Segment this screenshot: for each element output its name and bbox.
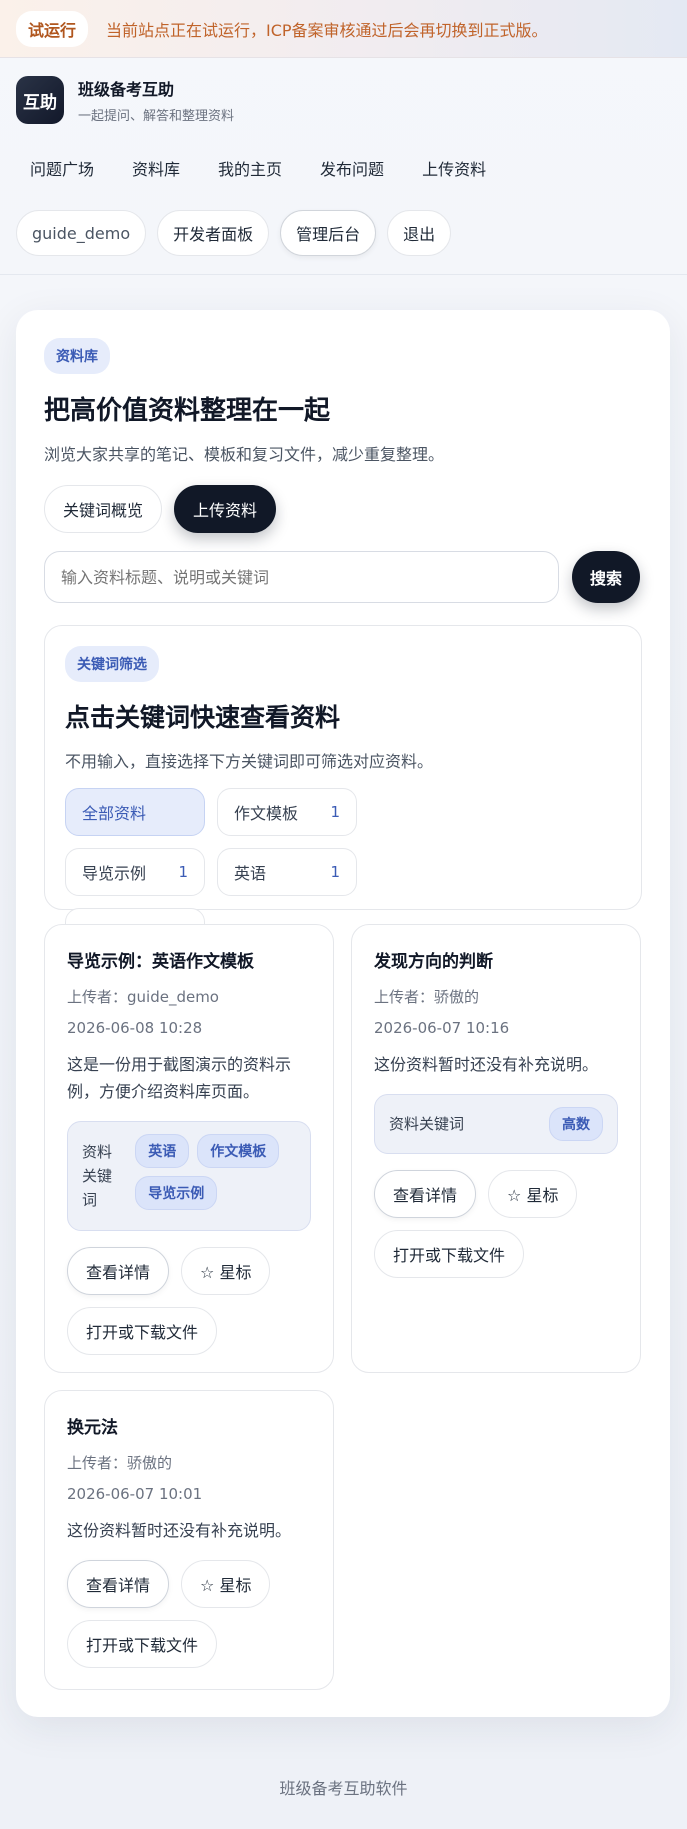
resource-card: 换元法 上传者：骄傲的 2026-06-07 10:01 这份资料暂时还没有补充…	[44, 1390, 334, 1690]
keyword-overview-button[interactable]: 关键词概览	[44, 485, 163, 533]
page-title: 把高价值资料整理在一起	[44, 396, 331, 426]
logo: 互助	[16, 76, 64, 124]
username-pill[interactable]: guide_demo	[16, 210, 147, 256]
chip-label: 英语	[234, 864, 267, 883]
library-card: 资料库 把高价值资料整理在一起 浏览大家共享的笔记、模板和复习文件，减少重复整理…	[16, 310, 670, 1717]
open-file-button[interactable]: 打开或下载文件	[67, 1307, 218, 1355]
site-footer: 班级备考互助软件	[279, 1779, 408, 1798]
page-description: 浏览大家共享的笔记、模板和复习文件，减少重复整理。	[44, 445, 445, 464]
main-nav: 问题广场 资料库 我的主页 发布问题 上传资料	[16, 146, 671, 190]
view-details-button[interactable]: 查看详情	[67, 1247, 170, 1295]
keyword-tag[interactable]: 英语	[135, 1134, 190, 1168]
library-tag: 资料库	[44, 338, 110, 374]
chip-guide-example[interactable]: 导览示例 1	[65, 848, 205, 896]
chip-label: 导览示例	[82, 864, 147, 883]
admin-button[interactable]: 管理后台	[280, 210, 377, 256]
nav-questions[interactable]: 问题广场	[16, 146, 108, 190]
resource-time: 2026-06-07 10:16	[374, 1019, 510, 1037]
chip-count: 1	[178, 863, 188, 881]
resource-keywords: 资料关键词 英语 作文模板 导览示例	[67, 1121, 311, 1231]
filter-title: 点击关键词快速查看资料	[65, 703, 341, 732]
upload-button[interactable]: 上传资料	[174, 485, 277, 533]
library-actions: 关键词概览 上传资料	[44, 485, 642, 533]
keyword-tag[interactable]: 作文模板	[197, 1134, 280, 1168]
brand[interactable]: 互助 班级备考互助 一起提问、解答和整理资料	[16, 76, 671, 124]
resource-actions: 查看详情 ☆ 星标 打开或下载文件	[67, 1247, 311, 1367]
chip-count: 1	[330, 803, 340, 821]
open-file-button[interactable]: 打开或下载文件	[67, 1620, 218, 1668]
resource-time: 2026-06-07 10:01	[67, 1485, 203, 1503]
open-file-button[interactable]: 打开或下载文件	[374, 1230, 525, 1278]
search-bar: 搜索	[44, 551, 642, 603]
chip-label: 作文模板	[234, 804, 299, 823]
site-title: 班级备考互助	[78, 80, 175, 99]
resource-actions: 查看详情 ☆ 星标 打开或下载文件	[374, 1170, 618, 1290]
keyword-tag[interactable]: 导览示例	[135, 1176, 218, 1210]
filter-description: 不用输入，直接选择下方关键词即可筛选对应资料。	[65, 752, 434, 771]
keywords-label: 资料关键词	[389, 1115, 465, 1133]
keywords-label: 资料关键词	[82, 1143, 113, 1209]
nav-my-page[interactable]: 我的主页	[204, 146, 296, 190]
resource-uploader: 上传者：骄傲的	[374, 988, 480, 1006]
user-bar: guide_demo 开发者面板 管理后台 退出	[16, 210, 671, 256]
resource-time: 2026-06-08 10:28	[67, 1019, 203, 1037]
chip-english[interactable]: 英语 1	[217, 848, 357, 896]
star-button[interactable]: ☆ 星标	[181, 1560, 271, 1608]
resource-uploader: 上传者：guide_demo	[67, 988, 219, 1006]
view-details-button[interactable]: 查看详情	[374, 1170, 477, 1218]
resource-uploader: 上传者：骄傲的	[67, 1454, 173, 1472]
view-details-button[interactable]: 查看详情	[67, 1560, 170, 1608]
resource-description: 这是一份用于截图演示的资料示例，方便介绍资料库页面。	[67, 1055, 292, 1101]
nav-post-question[interactable]: 发布问题	[306, 146, 398, 190]
star-button[interactable]: ☆ 星标	[181, 1247, 271, 1295]
resource-description: 这份资料暂时还没有补充说明。	[67, 1521, 292, 1540]
site-subtitle: 一起提问、解答和整理资料	[78, 109, 235, 124]
resource-title[interactable]: 换元法	[67, 1413, 311, 1438]
keyword-filter: 关键词筛选 点击关键词快速查看资料 不用输入，直接选择下方关键词即可筛选对应资料…	[44, 625, 642, 956]
trial-banner: 试运行 当前站点正在试运行，ICP备案审核通过后会再切换到正式版。	[0, 0, 687, 58]
resource-description: 这份资料暂时还没有补充说明。	[374, 1055, 599, 1074]
resource-card: 导览示例：英语作文模板 上传者：guide_demo 2026-06-08 10…	[44, 924, 334, 1373]
star-button[interactable]: ☆ 星标	[488, 1170, 578, 1218]
nav-upload[interactable]: 上传资料	[408, 146, 500, 190]
chip-label: 全部资料	[82, 804, 147, 823]
site-header: 互助 班级备考互助 一起提问、解答和整理资料 问题广场 资料库 我的主页 发布问…	[0, 58, 687, 275]
nav-library[interactable]: 资料库	[118, 146, 194, 190]
logout-button[interactable]: 退出	[387, 210, 452, 256]
resource-title[interactable]: 发现方向的判断	[374, 947, 618, 972]
resource-actions: 查看详情 ☆ 星标 打开或下载文件	[67, 1560, 311, 1680]
filter-tag: 关键词筛选	[65, 646, 159, 682]
chip-count: 1	[330, 863, 340, 881]
chip-all[interactable]: 全部资料	[65, 788, 205, 836]
search-input[interactable]	[44, 551, 559, 603]
chip-essay-template[interactable]: 作文模板 1	[217, 788, 357, 836]
resource-keywords: 资料关键词 高数	[374, 1094, 618, 1154]
trial-notice: 当前站点正在试运行，ICP备案审核通过后会再切换到正式版。	[106, 20, 548, 40]
trial-badge: 试运行	[16, 10, 89, 47]
search-button[interactable]: 搜索	[572, 551, 640, 603]
keyword-tag[interactable]: 高数	[549, 1107, 603, 1141]
dev-panel-button[interactable]: 开发者面板	[157, 210, 270, 256]
resource-title[interactable]: 导览示例：英语作文模板	[67, 947, 311, 972]
resource-card: 发现方向的判断 上传者：骄傲的 2026-06-07 10:16 这份资料暂时还…	[351, 924, 641, 1373]
